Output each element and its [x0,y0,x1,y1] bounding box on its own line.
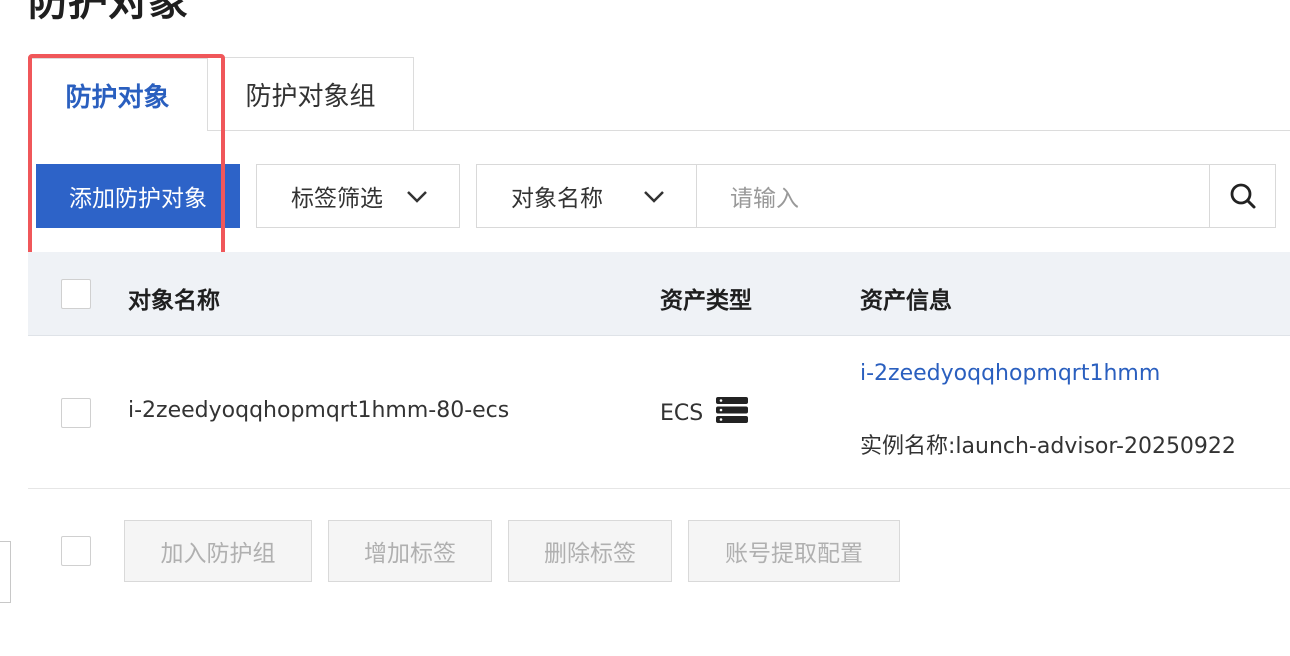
page-title: 防护对象 [28,0,188,25]
join-protection-group-button[interactable]: 加入防护组 [124,520,312,582]
instance-name-cell: 实例名称:launch-advisor-20250922 [860,434,1236,459]
search-input[interactable]: 请输入 [696,164,1210,228]
search-field-label: 对象名称 [511,186,603,212]
tab-protected-objects[interactable]: 防护对象 [28,57,208,131]
column-header-asset-type: 资产类型 [660,288,752,314]
sidebar-collapse-handle[interactable] [0,541,11,603]
tag-filter-select[interactable]: 标签筛选 [256,164,460,228]
asset-id-link[interactable]: i-2zeedyoqqhopmqrt1hmm [860,361,1160,386]
tab-protected-object-groups[interactable]: 防护对象组 [207,57,414,131]
account-extraction-config-button[interactable]: 账号提取配置 [688,520,900,582]
add-tag-button[interactable]: 增加标签 [328,520,492,582]
select-all-checkbox[interactable] [61,279,91,309]
search-field-select[interactable]: 对象名称 [476,164,697,228]
asset-type-cell: ECS [660,401,704,426]
chevron-down-icon [644,191,664,203]
column-header-object-name: 对象名称 [128,288,220,314]
object-name-cell: i-2zeedyoqqhopmqrt1hmm-80-ecs [128,398,510,423]
server-icon [716,397,748,423]
search-placeholder: 请输入 [730,186,799,212]
add-protected-object-button[interactable]: 添加防护对象 [36,164,240,228]
row-checkbox[interactable] [61,398,91,428]
search-icon [1230,183,1255,209]
search-button[interactable] [1209,164,1276,228]
bulk-select-checkbox[interactable] [61,536,91,566]
chevron-down-icon [407,191,427,203]
tabs-divider [414,130,1290,131]
column-header-asset-info: 资产信息 [860,288,952,314]
row-divider [28,488,1290,489]
delete-tag-button[interactable]: 删除标签 [508,520,672,582]
tag-filter-label: 标签筛选 [291,186,383,212]
